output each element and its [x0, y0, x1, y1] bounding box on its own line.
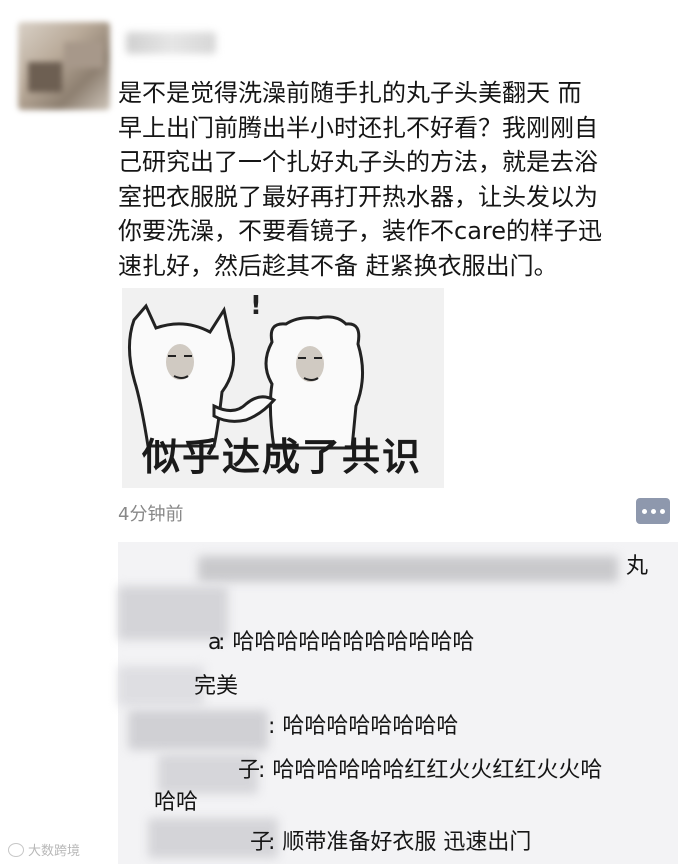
- username-blurred[interactable]: [126, 32, 216, 54]
- comment-name[interactable]: 子: [238, 756, 260, 786]
- post-text: 是不是觉得洗澡前随手扎的丸子头美翻天 而 早上出门前腾出半小时还扎不好看？我刚刚…: [118, 79, 603, 280]
- comments-panel: 丸 a : 哈哈哈哈哈哈哈哈哈哈哈 完美 : 哈哈哈哈哈哈哈哈 子 : 哈哈哈哈…: [118, 542, 678, 864]
- watermark: 大数跨境: [8, 840, 80, 859]
- sticker-exclaim: !: [250, 291, 262, 321]
- blurred-nickname: [118, 666, 204, 706]
- weibo-icon: [8, 842, 24, 857]
- comment-text: : 哈哈哈哈哈哈哈哈: [268, 714, 459, 739]
- comment-text: 完美: [194, 674, 239, 699]
- blurred-nickname: [128, 710, 268, 750]
- comment-text: : 哈哈哈哈哈哈红红火火红红火火哈: [258, 758, 603, 783]
- watermark-text: 大数跨境: [28, 844, 81, 859]
- avatar[interactable]: [18, 22, 110, 110]
- sticker-image[interactable]: ! 似乎达成了共识: [122, 288, 444, 488]
- comment-text: : 哈哈哈哈哈哈哈哈哈哈哈: [218, 630, 475, 655]
- comment-name[interactable]: 丸: [626, 552, 648, 582]
- sticker-caption: 似乎达成了共识: [142, 435, 423, 479]
- post-time: 4分钟前: [118, 504, 184, 525]
- comment-icon[interactable]: [636, 498, 670, 524]
- comment-text: 哈哈: [154, 790, 199, 815]
- blurred-comment-row: [198, 556, 618, 582]
- comment-text: : 顺带准备好衣服 迅速出门: [268, 830, 532, 855]
